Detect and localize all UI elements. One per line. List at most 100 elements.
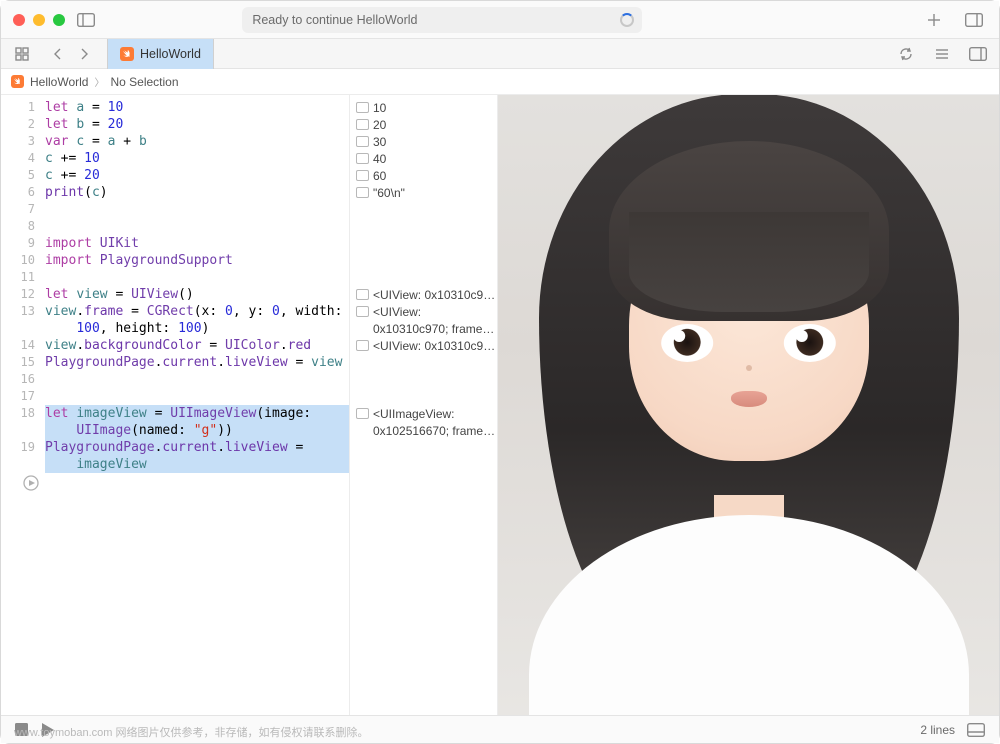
code-line[interactable]: 9import UIKit: [1, 235, 349, 252]
result-line[interactable]: [350, 371, 497, 388]
quicklook-icon[interactable]: [356, 306, 369, 317]
result-line[interactable]: <UIView: 0x10310c97…: [350, 286, 497, 303]
result-line[interactable]: <UIImageView:: [350, 405, 497, 422]
code-content[interactable]: imageView: [45, 456, 349, 473]
activity-status-field[interactable]: Ready to continue HelloWorld: [242, 7, 642, 33]
result-line[interactable]: [350, 439, 497, 456]
quicklook-icon[interactable]: [356, 153, 369, 164]
code-line[interactable]: 2let b = 20: [1, 116, 349, 133]
code-content[interactable]: let imageView = UIImageView(image:: [45, 405, 349, 422]
code-line[interactable]: 11: [1, 269, 349, 286]
quicklook-icon[interactable]: [356, 170, 369, 181]
result-line[interactable]: 0x10310c970; frame…: [350, 320, 497, 337]
code-line[interactable]: 3var c = a + b: [1, 133, 349, 150]
code-content[interactable]: let view = UIView(): [45, 286, 349, 303]
code-content[interactable]: PlaygroundPage.current.liveView =: [45, 439, 349, 456]
code-content[interactable]: [45, 388, 349, 405]
code-content[interactable]: view.backgroundColor = UIColor.red: [45, 337, 349, 354]
line-number: 16: [1, 371, 45, 388]
back-button[interactable]: [45, 43, 71, 65]
quicklook-icon[interactable]: [356, 408, 369, 419]
quicklook-icon[interactable]: [356, 136, 369, 147]
code-editor[interactable]: 1let a = 102let b = 203var c = a + b4c +…: [1, 95, 349, 715]
breadcrumb[interactable]: HelloWorld 〉 No Selection: [1, 69, 999, 95]
code-line[interactable]: UIImage(named: "g")): [1, 422, 349, 439]
code-line[interactable]: 6print(c): [1, 184, 349, 201]
code-line[interactable]: 15PlaygroundPage.current.liveView = view: [1, 354, 349, 371]
sidebar-toggle-icon[interactable]: [73, 9, 99, 31]
maximize-window-button[interactable]: [53, 14, 65, 26]
code-content[interactable]: UIImage(named: "g")): [45, 422, 349, 439]
code-line[interactable]: 8: [1, 218, 349, 235]
code-content[interactable]: let b = 20: [45, 116, 349, 133]
code-line[interactable]: 14view.backgroundColor = UIColor.red: [1, 337, 349, 354]
code-content[interactable]: import UIKit: [45, 235, 349, 252]
code-line[interactable]: 16: [1, 371, 349, 388]
line-number: 1: [1, 99, 45, 116]
code-content[interactable]: let a = 10: [45, 99, 349, 116]
code-content[interactable]: import PlaygroundSupport: [45, 252, 349, 269]
result-line[interactable]: [350, 235, 497, 252]
result-line[interactable]: [350, 201, 497, 218]
code-content[interactable]: [45, 269, 349, 286]
result-line[interactable]: <UIView:: [350, 303, 497, 320]
execute-line-icon[interactable]: [23, 475, 39, 491]
code-content[interactable]: [45, 371, 349, 388]
code-content[interactable]: 100, height: 100): [45, 320, 349, 337]
code-line[interactable]: 10import PlaygroundSupport: [1, 252, 349, 269]
forward-button[interactable]: [71, 43, 97, 65]
result-line[interactable]: 10: [350, 99, 497, 116]
code-line[interactable]: 7: [1, 201, 349, 218]
code-content[interactable]: c += 10: [45, 150, 349, 167]
code-line[interactable]: 18let imageView = UIImageView(image:: [1, 405, 349, 422]
code-line[interactable]: imageView: [1, 456, 349, 473]
code-line[interactable]: 100, height: 100): [1, 320, 349, 337]
code-content[interactable]: PlaygroundPage.current.liveView = view: [45, 354, 349, 371]
result-line[interactable]: 60: [350, 167, 497, 184]
tab-helloworld[interactable]: HelloWorld: [107, 39, 214, 69]
result-line[interactable]: 20: [350, 116, 497, 133]
code-content[interactable]: c += 20: [45, 167, 349, 184]
related-items-icon[interactable]: [9, 43, 35, 65]
activity-status-text: Ready to continue HelloWorld: [252, 13, 417, 27]
result-line[interactable]: [350, 388, 497, 405]
minimize-window-button[interactable]: [33, 14, 45, 26]
code-content[interactable]: [45, 201, 349, 218]
result-line[interactable]: [350, 252, 497, 269]
result-value: <UIView: 0x10310c97…: [373, 339, 497, 353]
result-line[interactable]: [350, 354, 497, 371]
result-line[interactable]: [350, 218, 497, 235]
code-line[interactable]: 13view.frame = CGRect(x: 0, y: 0, width:: [1, 303, 349, 320]
results-sidebar[interactable]: 1020304060"60\n"<UIView: 0x10310c97…<UIV…: [349, 95, 497, 715]
library-icon[interactable]: [961, 9, 987, 31]
result-line[interactable]: 0x102516670; frame…: [350, 422, 497, 439]
result-line[interactable]: 30: [350, 133, 497, 150]
code-line[interactable]: 1let a = 10: [1, 99, 349, 116]
code-line[interactable]: 17: [1, 388, 349, 405]
quicklook-icon[interactable]: [356, 102, 369, 113]
result-line[interactable]: 40: [350, 150, 497, 167]
code-content[interactable]: print(c): [45, 184, 349, 201]
result-line[interactable]: "60\n": [350, 184, 497, 201]
code-line[interactable]: 12let view = UIView(): [1, 286, 349, 303]
quicklook-icon[interactable]: [356, 187, 369, 198]
quicklook-icon[interactable]: [356, 119, 369, 130]
quicklook-icon[interactable]: [356, 340, 369, 351]
add-icon[interactable]: [921, 9, 947, 31]
code-content[interactable]: view.frame = CGRect(x: 0, y: 0, width:: [45, 303, 349, 320]
code-content[interactable]: [45, 218, 349, 235]
result-line[interactable]: [350, 456, 497, 473]
debug-area-toggle-icon[interactable]: [967, 723, 985, 737]
result-line[interactable]: <UIView: 0x10310c97…: [350, 337, 497, 354]
code-line[interactable]: 19PlaygroundPage.current.liveView =: [1, 439, 349, 456]
result-line[interactable]: [350, 269, 497, 286]
line-number: 9: [1, 235, 45, 252]
inspector-toggle-icon[interactable]: [965, 43, 991, 65]
quicklook-icon[interactable]: [356, 289, 369, 300]
code-line[interactable]: 4c += 10: [1, 150, 349, 167]
adjust-editor-icon[interactable]: [929, 43, 955, 65]
code-content[interactable]: var c = a + b: [45, 133, 349, 150]
refresh-icon[interactable]: [893, 43, 919, 65]
close-window-button[interactable]: [13, 14, 25, 26]
code-line[interactable]: 5c += 20: [1, 167, 349, 184]
